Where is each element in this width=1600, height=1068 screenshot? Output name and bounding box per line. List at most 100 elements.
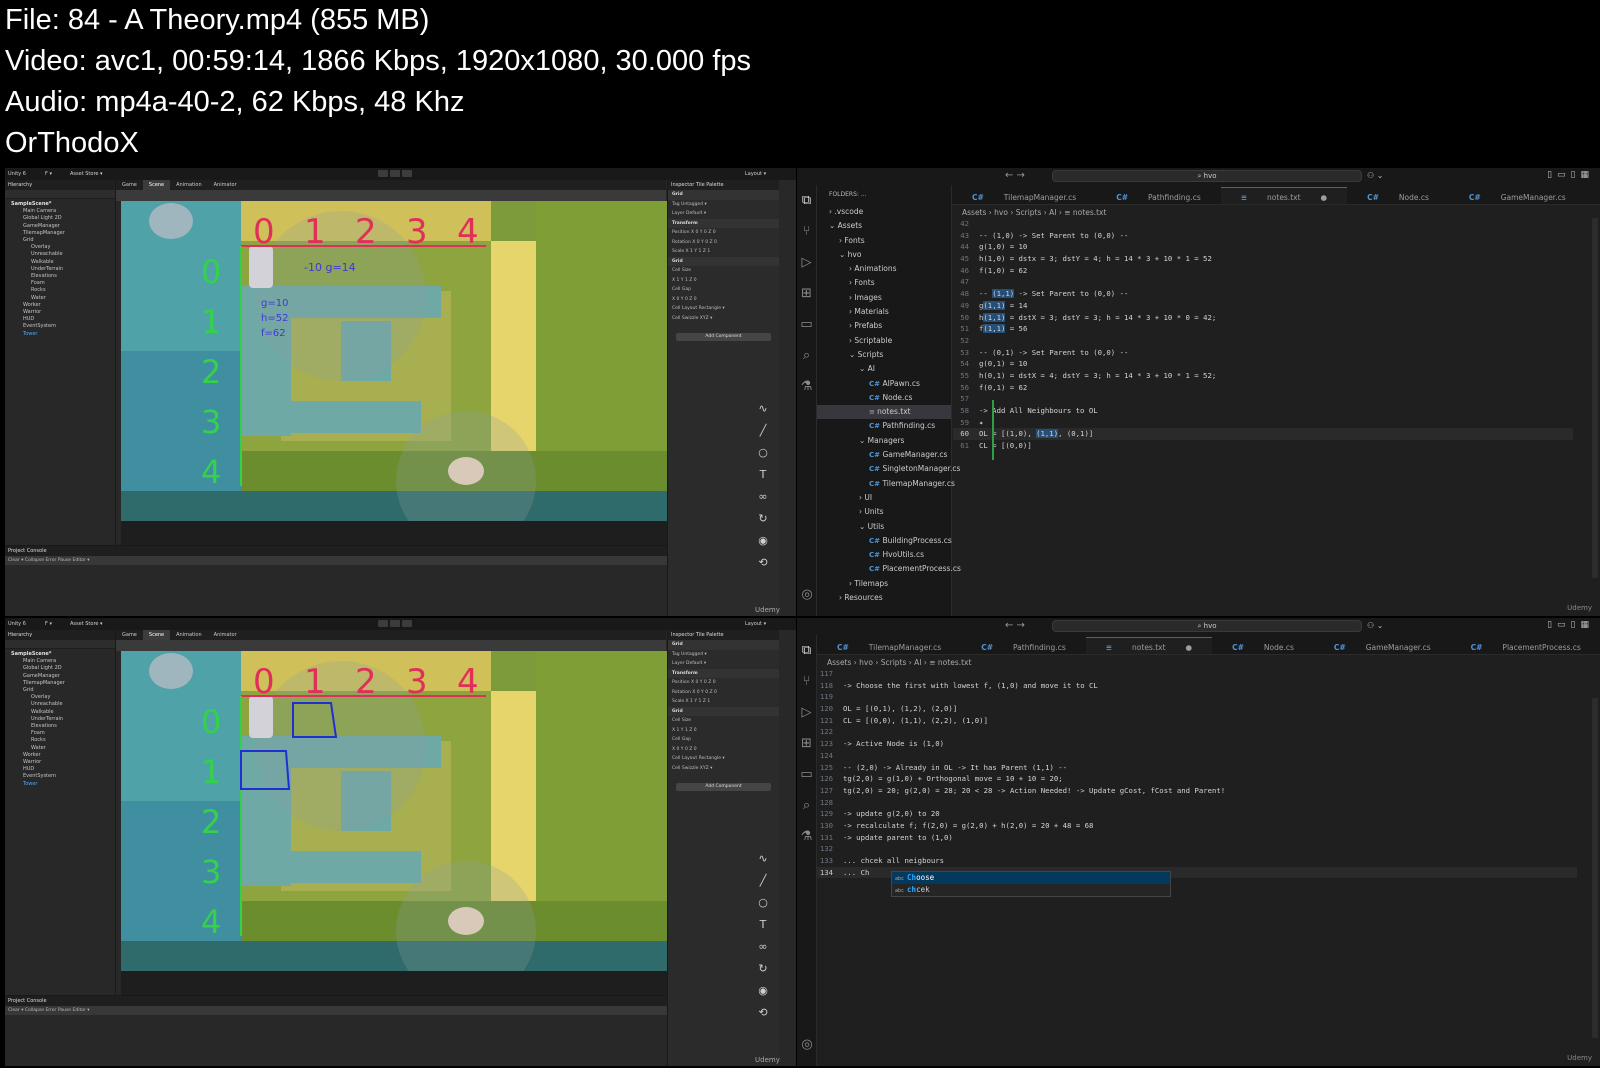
hierarchy-item[interactable]: Global Light 2D [5, 215, 115, 222]
inspector-tag[interactable]: Tag Untagged ▾ [668, 200, 779, 210]
code-line[interactable]: 58 -> Add All Neighbours to OL [953, 405, 1573, 417]
text-tool-icon[interactable]: T [753, 464, 773, 486]
editor-tab[interactable]: C# Pathfinding.cs [961, 638, 1086, 654]
nav-arrows-icon[interactable]: ← → [1005, 620, 1025, 631]
cell-swizzle[interactable]: Cell Swizzle XYZ ▾ [668, 314, 779, 324]
project-tabs[interactable]: Project Console [5, 996, 667, 1006]
hierarchy-item[interactable]: UnderTerrain [5, 716, 115, 723]
explorer-item[interactable]: ⌄ hvo [817, 248, 951, 262]
code-line[interactable]: 52 [953, 335, 1573, 347]
nav-arrows-icon[interactable]: ← → [1005, 170, 1025, 181]
extensions-icon[interactable]: ⊞ [797, 278, 816, 309]
code-line[interactable]: 131 -> update parent to (1,0) [817, 832, 1577, 844]
explorer-item[interactable]: › UI [817, 491, 951, 505]
account-icon[interactable]: ◎ [797, 579, 817, 610]
hierarchy-item[interactable]: HUD [5, 766, 115, 773]
editor-tab[interactable]: C# TilemapManager.cs [952, 188, 1096, 204]
hierarchy-item[interactable]: Main Camera [5, 658, 115, 665]
explorer-item[interactable]: › .vscode [817, 205, 951, 219]
inspector-layer[interactable]: Layer Default ▾ [668, 209, 779, 219]
explorer-item[interactable]: › Prefabs [817, 319, 951, 333]
explorer-item[interactable]: › Fonts [817, 234, 951, 248]
tab-game[interactable]: Game [116, 630, 143, 640]
testing-icon[interactable]: ⚗ [797, 821, 816, 852]
editor-tab[interactable]: ≡ notes.txt ● [1085, 637, 1213, 654]
add-component-button[interactable]: Add Component [676, 333, 771, 341]
explorer-item[interactable]: C# SingletonManager.cs [817, 462, 960, 476]
code-line[interactable]: 57 [953, 393, 1573, 405]
refresh-tool-icon[interactable]: ↻ [753, 508, 773, 530]
editor-tab[interactable]: ≡ notes.txt ● [1220, 187, 1348, 204]
cell-gap-value[interactable]: X 0 Y 0 Z 0 [668, 295, 779, 305]
hierarchy-item[interactable]: Warrior [5, 309, 115, 316]
code-line[interactable]: 61 CL = [(0,0)] [953, 440, 1573, 452]
project-tabs[interactable]: Project Console [5, 546, 667, 556]
code-line[interactable]: 54 g(0,1) = 10 [953, 358, 1573, 370]
account-icon[interactable]: ◎ [797, 1029, 817, 1060]
code-line[interactable]: 126 tg(2,0) = g(1,0) + Orthogonal move = … [817, 773, 1577, 785]
scene-bottom-toolbar[interactable] [121, 521, 669, 545]
hierarchy-item[interactable]: Worker [5, 752, 115, 759]
cell-layout[interactable]: Cell Layout Rectangle ▾ [668, 304, 779, 314]
editor-tab[interactable]: C# TilemapManager.cs [817, 638, 961, 654]
source-control-icon[interactable]: ⑂ [797, 216, 816, 247]
transform-position[interactable]: Position X 0 Y 0 Z 0 [668, 678, 779, 688]
link-tool-icon[interactable]: ∞ [753, 486, 773, 508]
pen-tool-icon[interactable]: ∿ [753, 398, 773, 420]
editor-tab[interactable]: C# GameManager.cs [1314, 638, 1451, 654]
remote-icon[interactable]: ▭ [797, 759, 816, 790]
pause-button[interactable] [390, 170, 400, 177]
unity-account-button[interactable]: Unity 6 [8, 171, 26, 177]
hierarchy-item[interactable]: Walkable [5, 709, 115, 716]
scene-tools[interactable] [116, 190, 666, 201]
scene-view[interactable]: 01234 01234 [121, 651, 669, 971]
hierarchy-item[interactable]: Grid [5, 687, 115, 694]
hierarchy-item[interactable]: Water [5, 745, 115, 752]
pen-tool-icon[interactable]: ∿ [753, 848, 773, 870]
transform-scale[interactable]: Scale X 1 Y 1 Z 1 [668, 697, 779, 707]
hierarchy-item[interactable]: Water [5, 295, 115, 302]
explorer-item[interactable]: C# Pathfinding.cs [817, 419, 951, 433]
transform-rotation[interactable]: Rotation X 0 Y 0 Z 0 [668, 688, 779, 698]
explorer-item[interactable]: ≡ notes.txt [817, 405, 951, 420]
asset-store-button[interactable]: Asset Store ▾ [70, 171, 103, 177]
add-component-button[interactable]: Add Component [676, 783, 771, 791]
code-line[interactable]: 51 f(1,1) = 56 [953, 323, 1573, 335]
asset-store-button[interactable]: Asset Store ▾ [70, 621, 103, 627]
hierarchy-scene[interactable]: SampleScene* [5, 651, 115, 658]
color-tool-icon[interactable]: ◉ [753, 530, 773, 552]
explorer-item[interactable]: › Animations [817, 262, 951, 276]
explorer-icon[interactable]: ⧉ [797, 185, 816, 216]
command-search[interactable]: ⌕ hvo [1052, 620, 1362, 632]
code-line[interactable]: 46 f(1,0) = 62 [953, 265, 1573, 277]
inspector-tag[interactable]: Tag Untagged ▾ [668, 650, 779, 660]
hierarchy-item[interactable]: Global Light 2D [5, 665, 115, 672]
grid-component-header[interactable]: Grid [668, 706, 779, 716]
hierarchy-item[interactable]: UnderTerrain [5, 266, 115, 273]
scene-tools[interactable] [116, 640, 666, 651]
code-line[interactable]: 122 [817, 726, 1577, 738]
hierarchy-item[interactable]: Walkable [5, 259, 115, 266]
cell-size-value[interactable]: X 1 Y 1 Z 0 [668, 726, 779, 736]
editor-tab[interactable]: C# GameManager.cs [1449, 188, 1586, 204]
suggestion-item[interactable]: abc Choose [892, 872, 1170, 884]
hierarchy-item[interactable]: EventSystem [5, 773, 115, 780]
circle-tool-icon[interactable]: ○ [753, 892, 773, 914]
hierarchy-item[interactable]: Warrior [5, 759, 115, 766]
code-line[interactable]: 44 g(1,0) = 10 [953, 241, 1573, 253]
code-line[interactable]: 121 CL = [(0,0), (1,1), (2,2), (1,0)] [817, 715, 1577, 727]
run-debug-icon[interactable]: ▷ [797, 697, 816, 728]
explorer-item[interactable]: › Scriptable [817, 334, 951, 348]
line-tool-icon[interactable]: ╱ [753, 420, 773, 442]
code-line[interactable]: 47 [953, 276, 1573, 288]
testing-icon[interactable]: ⚗ [797, 371, 816, 402]
hierarchy-item[interactable]: Tower [5, 331, 115, 338]
explorer-item[interactable]: C# Node.cs [817, 391, 951, 405]
cell-swizzle[interactable]: Cell Swizzle XYZ ▾ [668, 764, 779, 774]
code-line[interactable]: 130 -> recalculate f; f(2,0) = g(2,0) + h… [817, 820, 1577, 832]
explorer-item[interactable]: C# GameManager.cs [817, 448, 951, 462]
tab-animator[interactable]: Animator [208, 630, 243, 640]
grid-component-header[interactable]: Grid [668, 256, 779, 266]
code-line[interactable]: 127 tg(2,0) = 20; g(2,0) = 28; 20 < 28 ->… [817, 785, 1577, 797]
hierarchy-item[interactable]: Elevations [5, 273, 115, 280]
